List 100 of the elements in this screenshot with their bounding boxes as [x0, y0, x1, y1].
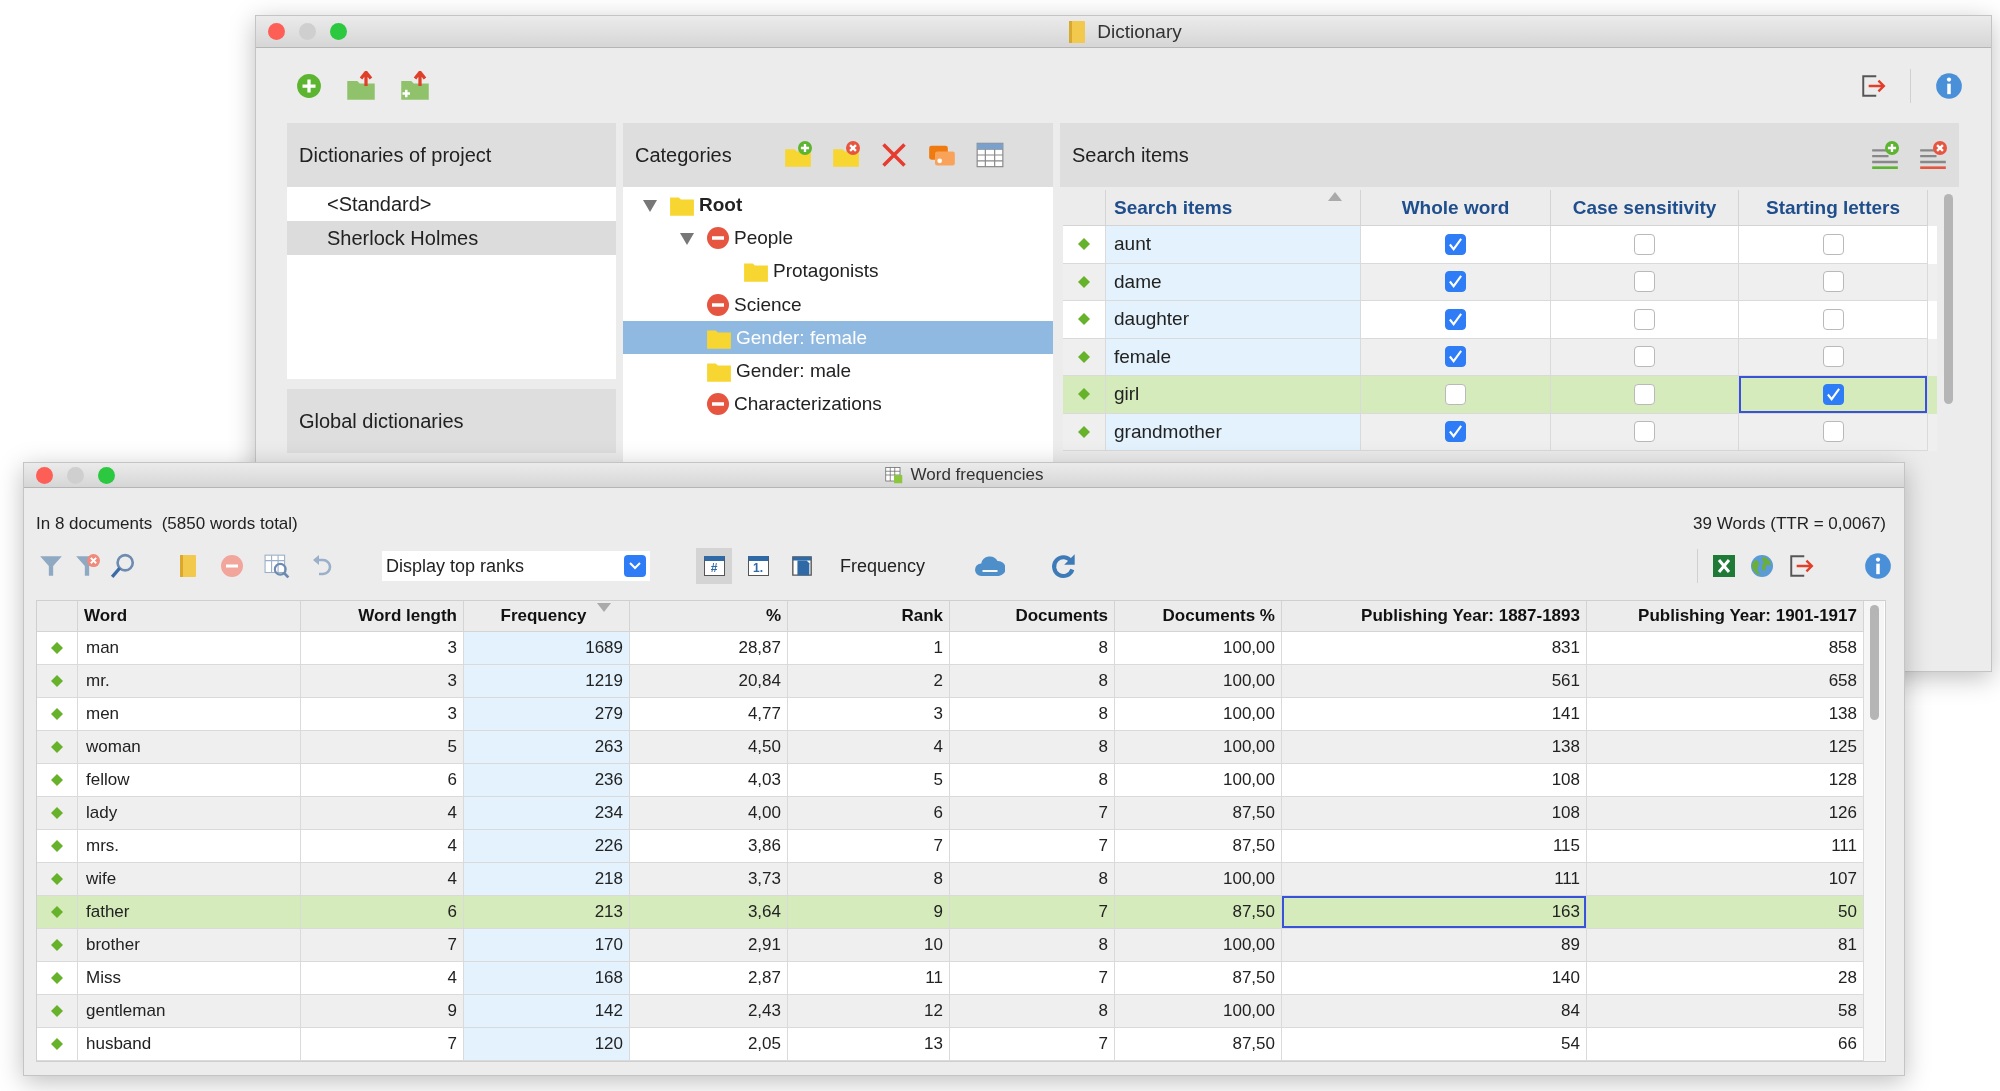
- export-icon[interactable]: [1788, 553, 1814, 579]
- checkbox[interactable]: [1445, 346, 1466, 368]
- sort-up-icon: [1328, 192, 1342, 201]
- checkbox[interactable]: [1634, 308, 1655, 330]
- table-row[interactable]: mrs. 4 226 3,86 7 7 87,50 115 111: [37, 830, 1864, 863]
- table-row[interactable]: Miss 4 168 2,87 11 7 87,50 140 28: [37, 962, 1864, 995]
- tree-item[interactable]: Characterizations: [623, 387, 1053, 422]
- table-row[interactable]: aunt: [1063, 226, 1937, 264]
- tree-item[interactable]: Root: [623, 188, 1053, 222]
- scrollbar-thumb[interactable]: [1869, 605, 1879, 720]
- no-entry-icon: [706, 225, 730, 250]
- checkbox[interactable]: [1445, 421, 1466, 443]
- column-header[interactable]: Documents %: [1115, 601, 1282, 632]
- checkbox[interactable]: [1634, 346, 1655, 368]
- column-header[interactable]: Search items: [1106, 190, 1361, 226]
- delete-icon[interactable]: [879, 141, 908, 169]
- export-icon[interactable]: [1860, 72, 1886, 99]
- checkbox[interactable]: [1445, 271, 1466, 293]
- checkbox[interactable]: [1822, 421, 1844, 443]
- tree-item[interactable]: Science: [623, 287, 1053, 322]
- checkbox[interactable]: [1634, 383, 1655, 405]
- tree-item[interactable]: People: [623, 221, 1053, 255]
- checkbox[interactable]: [1822, 308, 1844, 330]
- table-row[interactable]: brother 7 170 2,91 10 8 100,00 89 81: [37, 929, 1864, 962]
- table-row[interactable]: lady 4 234 4,00 6 7 87,50 108 126: [37, 797, 1864, 830]
- table-cell: 279: [464, 698, 630, 731]
- filter-icon[interactable]: [38, 553, 64, 579]
- diamond-icon: [1078, 388, 1090, 401]
- zoom-button[interactable]: [330, 23, 347, 40]
- table-cell: daughter: [1106, 301, 1361, 339]
- scrollbar-thumb[interactable]: [1943, 194, 1953, 404]
- checkbox[interactable]: [1445, 233, 1466, 255]
- diamond-icon: [51, 708, 63, 720]
- remove-list-icon[interactable]: [1919, 141, 1947, 169]
- remove-icon[interactable]: [220, 554, 244, 578]
- column-header[interactable]: Publishing Year: 1901-1917: [1587, 601, 1864, 632]
- chevron-icon[interactable]: [629, 562, 641, 570]
- checkbox[interactable]: [1822, 346, 1844, 368]
- table-row[interactable]: girl: [1063, 376, 1937, 414]
- table-row[interactable]: fellow 6 236 4,03 5 8 100,00 108 128: [37, 764, 1864, 797]
- checkbox[interactable]: [1822, 233, 1844, 255]
- column-header[interactable]: Whole word: [1361, 190, 1551, 226]
- table-row[interactable]: man 3 1689 28,87 1 8 100,00 831 858: [37, 632, 1864, 665]
- refresh-icon[interactable]: [1049, 552, 1078, 580]
- checkbox[interactable]: [1445, 383, 1466, 405]
- rank-dropdown[interactable]: Display top ranks: [382, 551, 650, 581]
- spreadsheet-icon[interactable]: [1712, 554, 1736, 578]
- table-row[interactable]: wife 4 218 3,73 8 8 100,00 111 107: [37, 863, 1864, 896]
- table-cell: grandmother: [1106, 413, 1361, 451]
- folder-add-upload-icon[interactable]: [400, 70, 430, 101]
- clear-filter-icon[interactable]: [74, 553, 100, 579]
- column-header[interactable]: %: [630, 601, 788, 632]
- column-header[interactable]: Documents: [950, 601, 1115, 632]
- folder-upload-icon[interactable]: [346, 70, 376, 101]
- table-cell: 218: [464, 863, 630, 896]
- page-icon[interactable]: [791, 555, 813, 577]
- table-row[interactable]: daughter: [1063, 301, 1937, 339]
- checkbox[interactable]: [1634, 233, 1655, 255]
- list-item[interactable]: Sherlock Holmes: [287, 221, 616, 255]
- zoom-button[interactable]: [98, 466, 115, 484]
- list-item[interactable]: <Standard>: [287, 187, 616, 221]
- column-header[interactable]: Publishing Year: 1887-1893: [1282, 601, 1587, 632]
- table-row[interactable]: gentleman 9 142 2,43 12 8 100,00 84 58: [37, 995, 1864, 1028]
- table-cell: 168: [464, 962, 630, 995]
- table-row[interactable]: mr. 3 1219 20,84 2 8 100,00 561 658: [37, 665, 1864, 698]
- table-cell: 1219: [464, 665, 630, 698]
- checkbox[interactable]: [1634, 271, 1655, 293]
- column-header[interactable]: Starting letters: [1739, 190, 1928, 226]
- table-row[interactable]: father 6 213 3,64 9 7 87,50 163 50: [37, 896, 1864, 929]
- globe-icon[interactable]: [1750, 554, 1774, 578]
- table-row[interactable]: husband 7 120 2,05 13 7 87,50 54 66: [37, 1028, 1864, 1061]
- add-list-icon[interactable]: [1871, 141, 1899, 169]
- table-icon[interactable]: [975, 141, 1004, 169]
- info-icon[interactable]: [1864, 552, 1892, 580]
- view-button[interactable]: 1.: [740, 548, 776, 584]
- column-header[interactable]: Rank: [788, 601, 950, 632]
- info-icon[interactable]: [1935, 71, 1963, 100]
- table-cell: 1689: [464, 632, 630, 665]
- diamond-icon: [51, 906, 63, 918]
- add-icon[interactable]: [296, 72, 322, 99]
- checkbox[interactable]: [1445, 308, 1466, 330]
- checkbox[interactable]: [1822, 383, 1844, 405]
- search-icon[interactable]: [110, 553, 136, 579]
- delete-folder-icon[interactable]: [831, 141, 860, 169]
- view-button[interactable]: #: [696, 548, 732, 584]
- column-header[interactable]: Word length: [301, 601, 464, 632]
- table-row[interactable]: men 3 279 4,77 3 8 100,00 141 138: [37, 698, 1864, 731]
- column-header[interactable]: Frequency: [464, 601, 630, 632]
- column-header[interactable]: Case sensitivity: [1551, 190, 1739, 226]
- new-folder-icon[interactable]: [783, 141, 812, 169]
- table-search-icon[interactable]: [264, 553, 290, 579]
- tree-item[interactable]: Gender: male: [623, 354, 1053, 388]
- tree-item[interactable]: Protagonists: [623, 254, 1053, 288]
- checkbox[interactable]: [1634, 421, 1655, 443]
- close-button[interactable]: [268, 23, 285, 40]
- table-row[interactable]: woman 5 263 4,50 4 8 100,00 138 125: [37, 731, 1864, 764]
- close-button[interactable]: [36, 466, 53, 484]
- diamond-icon: [1078, 313, 1090, 326]
- checkbox[interactable]: [1822, 271, 1844, 293]
- column-header[interactable]: Word: [78, 601, 301, 632]
